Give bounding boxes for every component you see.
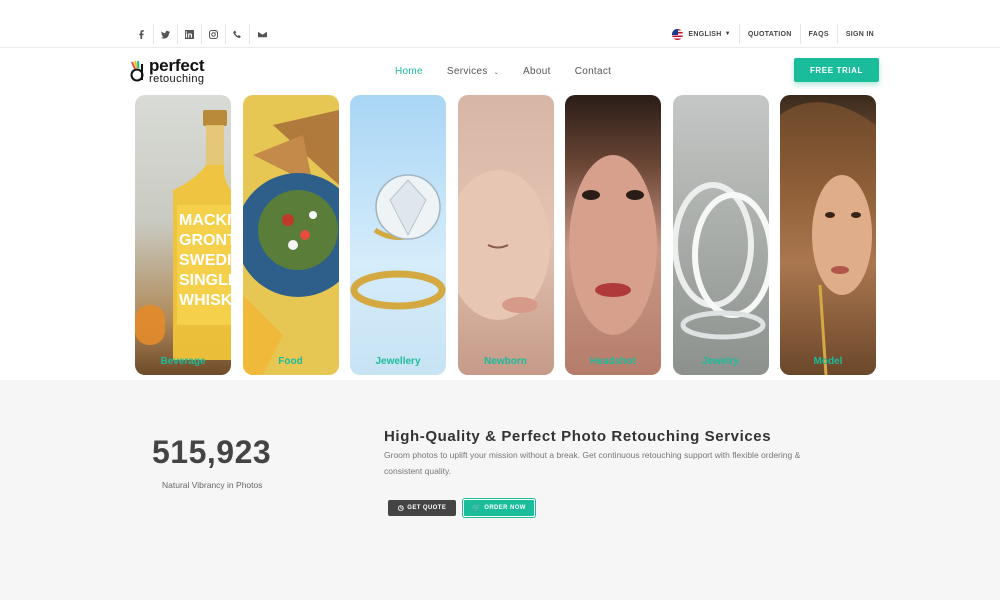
stat-number: 515,923 (152, 434, 272, 470)
twitter-icon[interactable] (154, 24, 178, 44)
card-label: Newborn (484, 356, 527, 367)
us-flag-icon (672, 28, 684, 40)
category-card-jewelry[interactable]: Jewelry (672, 95, 769, 375)
main-nav: Home Services ⌄ About Contact (395, 66, 611, 77)
free-trial-button[interactable]: FREE TRIAL (794, 58, 879, 82)
category-card-food[interactable]: Food (242, 95, 339, 375)
food-plate-image (242, 110, 339, 375)
logo[interactable]: perfect retouching (130, 57, 204, 85)
category-card-model[interactable]: Model (780, 95, 876, 375)
stat-caption: Natural Vibrancy in Photos (162, 480, 263, 490)
chevron-down-icon: ▼ (724, 31, 731, 37)
order-now-label: ORDER NOW (484, 505, 526, 511)
clock-icon: ◷ (397, 505, 405, 512)
card-label: Beverage (160, 356, 206, 367)
card-label: Food (278, 356, 303, 367)
mail-icon[interactable] (250, 24, 274, 44)
top-right-links: ENGLISH ▼ QUOTATION FAQS SIGN IN (664, 24, 882, 44)
cart-icon: 🛒 (472, 505, 482, 512)
facebook-icon[interactable] (130, 24, 154, 44)
quotation-link[interactable]: QUOTATION (738, 24, 800, 44)
get-quote-label: GET QUOTE (407, 505, 447, 511)
card-label: Model (813, 356, 843, 367)
card-label: Jewelry (702, 356, 739, 367)
category-card-headshot[interactable]: Headshot (565, 95, 661, 375)
nav-home[interactable]: Home (395, 66, 423, 77)
nav-services-label: Services (446, 66, 488, 77)
hero-headline: High-Quality & Perfect Photo Retouching … (384, 428, 772, 445)
logo-mark-icon (130, 58, 147, 84)
category-cards: MACKM GRONT SWEDIS SINGLE WHISKY Beverag… (135, 95, 876, 375)
diamond-ring-image (350, 174, 446, 310)
card-label: Jewellery (375, 356, 421, 367)
get-quote-button[interactable]: ◷ GET QUOTE (388, 500, 456, 516)
stats-section (0, 380, 1000, 600)
category-card-beverage[interactable]: MACKM GRONT SWEDIS SINGLE WHISKY Beverag… (135, 95, 231, 375)
svg-text:GRONT: GRONT (179, 232, 231, 249)
social-links (130, 24, 274, 44)
svg-text:WHISKY: WHISKY (179, 292, 231, 309)
whisky-bottle-image: MACKM GRONT SWEDIS SINGLE WHISKY (135, 110, 231, 360)
headshot-image (569, 155, 657, 335)
newborn-image (457, 170, 550, 320)
language-selector[interactable]: ENGLISH ▼ (664, 24, 738, 44)
svg-text:MACKM: MACKM (179, 212, 231, 229)
language-label: ENGLISH (688, 30, 722, 38)
silver-ring-image (672, 182, 769, 340)
chevron-down-icon: ⌄ (493, 70, 500, 76)
logo-text: perfect retouching (149, 57, 204, 85)
logo-line-2: retouching (149, 73, 205, 85)
linkedin-icon[interactable] (178, 24, 202, 44)
faqs-link[interactable]: FAQS (799, 24, 837, 44)
category-card-jewellery[interactable]: Jewellery (350, 95, 446, 375)
instagram-icon[interactable] (202, 24, 226, 44)
model-image (780, 102, 876, 375)
svg-text:SINGLE: SINGLE (179, 272, 231, 289)
svg-text:SWEDIS: SWEDIS (179, 252, 231, 269)
logo-line-1: perfect (149, 56, 205, 75)
top-bar: ENGLISH ▼ QUOTATION FAQS SIGN IN (0, 0, 1000, 48)
hero-description: Groom photos to uplift your mission with… (384, 450, 801, 476)
nav-about[interactable]: About (523, 66, 551, 77)
nav-services[interactable]: Services ⌄ (447, 66, 499, 77)
phone-icon[interactable] (226, 24, 250, 44)
category-card-newborn[interactable]: Newborn (457, 95, 554, 375)
order-now-button[interactable]: 🛒 ORDER NOW (463, 499, 535, 517)
card-label: Headshot (590, 356, 636, 367)
sign-in-link[interactable]: SIGN IN (836, 24, 882, 44)
nav-contact[interactable]: Contact (575, 66, 612, 77)
